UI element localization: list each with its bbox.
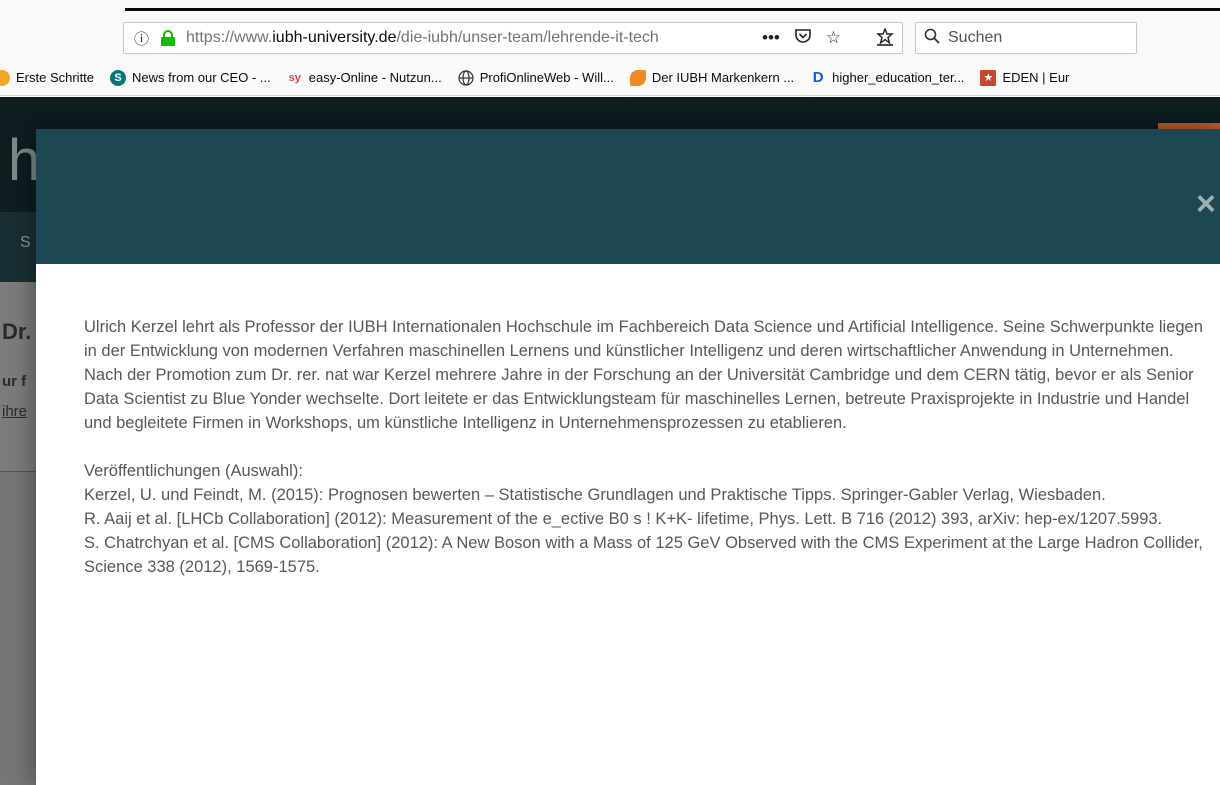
search-bar[interactable]: Suchen xyxy=(915,22,1137,54)
publications-heading: Veröffentlichungen (Auswahl): xyxy=(84,462,303,480)
lock-icon[interactable] xyxy=(160,30,176,46)
modal-body: Ulrich Kerzel lehrt als Professor der IU… xyxy=(84,315,1204,579)
publication-item: Kerzel, U. und Feindt, M. (2015): Progno… xyxy=(84,486,1106,504)
bookmark-easy-online[interactable]: sy easy-Online - Nutzun... xyxy=(287,70,442,86)
url-text[interactable]: https://www.iubh-university.de/die-iubh/… xyxy=(186,29,744,47)
sharepoint-icon: S xyxy=(110,69,127,86)
bio-paragraph-2: Nach der Promotion zum Dr. rer. nat war … xyxy=(84,366,1194,432)
page-heading: Dr. xyxy=(2,319,32,344)
bookmarks-toolbar: Erste Schritte S News from our CEO - ...… xyxy=(0,60,1220,96)
page-actions-icon[interactable]: ••• xyxy=(762,28,780,48)
modal-header: × xyxy=(36,129,1220,264)
nav-item: S xyxy=(20,234,31,251)
iubh-icon xyxy=(629,69,646,86)
pocket-icon[interactable] xyxy=(794,28,812,49)
library-icon[interactable] xyxy=(876,27,894,51)
info-icon[interactable]: ⓘ xyxy=(134,28,156,49)
firefox-icon xyxy=(0,69,10,86)
publication-item: R. Aaij et al. [LHCb Collaboration] (201… xyxy=(84,510,1163,528)
browser-toolbar: ⓘ https://www.iubh-university.de/die-iub… xyxy=(0,0,1220,60)
eden-icon: ★ xyxy=(980,69,997,86)
profile-modal: × Ulrich Kerzel lehrt als Professor der … xyxy=(36,129,1220,785)
d-icon: D xyxy=(812,68,824,86)
bio-paragraph-1: Ulrich Kerzel lehrt als Professor der IU… xyxy=(84,318,1203,360)
page-link: ihre xyxy=(2,403,28,420)
url-domain: iubh-university.de xyxy=(272,29,397,46)
bookmark-news-ceo[interactable]: S News from our CEO - ... xyxy=(110,69,271,86)
star-icon[interactable]: ☆ xyxy=(826,28,841,48)
page-subheading: ur f xyxy=(2,373,27,390)
bookmark-profionlineweb[interactable]: ProfiOnlineWeb - Will... xyxy=(458,69,614,86)
search-icon xyxy=(924,28,948,49)
bookmark-iubh-markenkern[interactable]: Der IUBH Markenkern ... xyxy=(629,69,794,86)
address-bar[interactable]: ⓘ https://www.iubh-university.de/die-iub… xyxy=(123,22,903,54)
active-tab-indicator xyxy=(125,8,1220,11)
divider xyxy=(0,471,36,472)
search-placeholder[interactable]: Suchen xyxy=(948,29,1002,47)
bookmark-erste-schritte[interactable]: Erste Schritte xyxy=(0,69,94,86)
bookmark-higher-education[interactable]: D higher_education_ter... xyxy=(810,68,965,86)
close-icon[interactable]: × xyxy=(1196,187,1220,221)
publication-item: S. Chatrchyan et al. [CMS Collaboration]… xyxy=(84,534,1203,576)
easy-icon: sy xyxy=(288,71,301,84)
bookmark-eden[interactable]: ★ EDEN | Eur xyxy=(980,69,1069,86)
globe-icon xyxy=(458,69,474,86)
